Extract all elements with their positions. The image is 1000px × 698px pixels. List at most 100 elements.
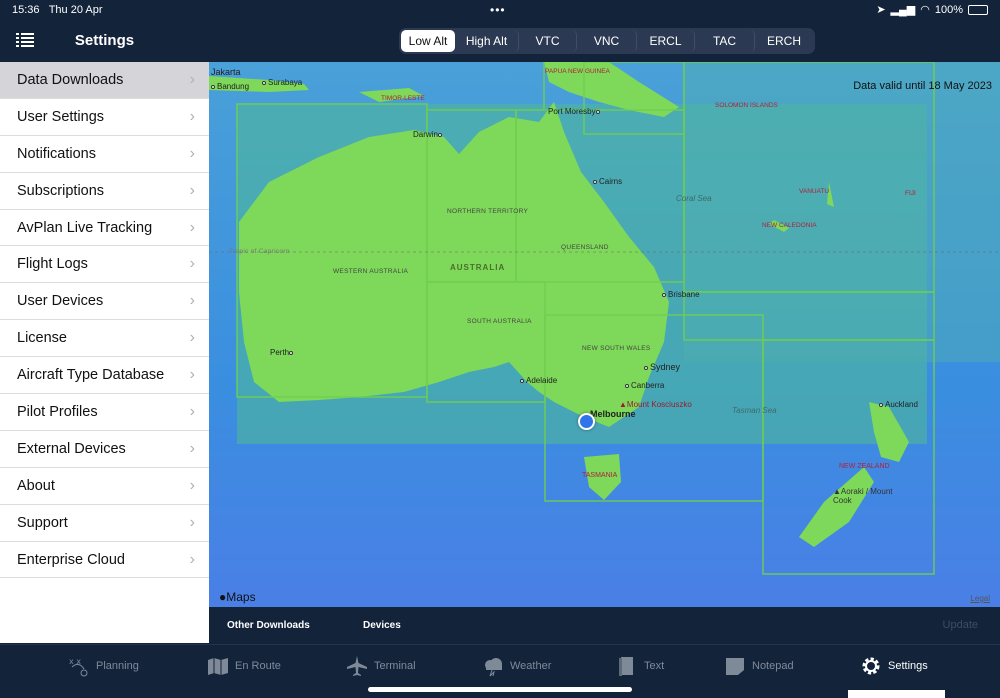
map-label-png: PAPUA NEW GUINEA — [545, 68, 610, 75]
map-label-bandung: Bandung — [211, 82, 249, 91]
map-label-port-moresby: Port Moresby — [548, 107, 602, 116]
menu-item-user-settings[interactable]: User Settings › — [0, 99, 209, 136]
map-label-timor-leste: TIMOR-LESTE — [381, 95, 425, 102]
menu-item-about[interactable]: About › — [0, 468, 209, 505]
planning-icon: x x — [68, 655, 90, 677]
signal-icon: ▂▄▆ — [890, 4, 916, 16]
tab-notepad[interactable]: Notepad — [724, 655, 794, 677]
keyboard-edge — [848, 690, 945, 698]
settings-sidebar: Settings Data Downloads › User Settings › … — [0, 20, 209, 643]
map-label-queensland: QUEENSLAND — [561, 244, 609, 251]
maps-attribution[interactable]: ●Maps — [219, 590, 256, 604]
book-icon — [616, 655, 638, 677]
tab-tac[interactable]: TAC — [695, 30, 755, 52]
tab-en-route[interactable]: En Route — [207, 655, 281, 677]
coverage-map[interactable]: Data valid until 18 May 2023 Jakarta Ban… — [209, 62, 1000, 607]
menu-item-external-devices[interactable]: External Devices › — [0, 431, 209, 468]
map-label-fiji: FIJI — [905, 190, 916, 197]
update-button[interactable]: Update — [943, 619, 978, 631]
wifi-icon: ◠ — [920, 4, 930, 16]
map-label-aoraki: ▲Aoraki / Mount Cook — [833, 487, 893, 505]
menu-item-live-tracking[interactable]: AvPlan Live Tracking › — [0, 210, 209, 247]
chevron-right-icon: › — [189, 439, 195, 457]
map-label-cairns: Cairns — [593, 177, 622, 186]
chevron-right-icon: › — [189, 144, 195, 162]
status-bar: 15:36 Thu 20 Apr ••• ➤ ▂▄▆ ◠ 100% — [0, 0, 1000, 20]
menu-item-subscriptions[interactable]: Subscriptions › — [0, 173, 209, 210]
menu-item-support[interactable]: Support › — [0, 505, 209, 542]
map-label-sydney: Sydney — [644, 362, 680, 372]
map-label-jakarta: Jakarta — [211, 67, 241, 77]
map-label-northern-territory: NORTHERN TERRITORY — [447, 208, 529, 215]
map-label-brisbane: Brisbane — [662, 290, 700, 299]
tab-weather[interactable]: Weather — [482, 655, 551, 677]
current-location-marker[interactable] — [578, 413, 595, 430]
airplane-icon — [346, 655, 368, 677]
map-label-tasmania: TASMANIA — [582, 472, 618, 479]
chart-type-bar: Low Alt High Alt VTC VNC ERCL TAC ERCH — [209, 20, 1000, 62]
home-indicator[interactable] — [368, 687, 632, 692]
map-label-australia: AUSTRALIA — [450, 263, 506, 272]
map-label-perth: Perth — [270, 348, 295, 357]
map-label-tasman-sea: Tasman Sea — [732, 406, 777, 415]
location-arrow-icon: ➤ — [876, 4, 886, 16]
menu-item-enterprise-cloud[interactable]: Enterprise Cloud › — [0, 542, 209, 579]
map-label-south-australia: SOUTH AUSTRALIA — [467, 318, 532, 325]
menu-item-pilot-profiles[interactable]: Pilot Profiles › — [0, 394, 209, 431]
menu-item-notifications[interactable]: Notifications › — [0, 136, 209, 173]
tab-vtc[interactable]: VTC — [519, 30, 577, 52]
map-label-new-zealand: NEW ZEALAND — [839, 463, 890, 470]
map-label-kosciuszko: ▲Mount Kosciuszko — [619, 400, 692, 409]
chevron-right-icon: › — [189, 402, 195, 420]
map-label-auckland: Auckland — [879, 400, 918, 409]
settings-menu: Data Downloads › User Settings › Notificat… — [0, 62, 209, 579]
map-graphic — [209, 62, 1000, 607]
notepad-icon — [724, 655, 746, 677]
devices-button[interactable]: Devices — [363, 620, 401, 631]
chart-type-segmented-control: Low Alt High Alt VTC VNC ERCL TAC ERCH — [399, 28, 815, 54]
map-label-canberra: Canberra — [625, 381, 664, 390]
legal-link[interactable]: Legal — [970, 594, 990, 603]
map-label-coral-sea: Coral Sea — [676, 194, 712, 203]
tab-planning[interactable]: x x Planning — [68, 655, 139, 677]
chevron-right-icon: › — [189, 218, 195, 236]
tab-settings[interactable]: Settings — [860, 655, 928, 677]
app-root: 15:36 Thu 20 Apr ••• ➤ ▂▄▆ ◠ 100% Settin… — [0, 0, 1000, 698]
map-label-melbourne: Melbourne — [590, 409, 636, 419]
map-label-western-australia: WESTERN AUSTRALIA — [333, 268, 409, 275]
download-sub-bar: Other Downloads Devices Update — [209, 607, 1000, 644]
menu-item-license[interactable]: License › — [0, 320, 209, 358]
status-icons: ➤ ▂▄▆ ◠ 100% — [876, 3, 988, 16]
battery-icon — [968, 4, 988, 15]
chevron-right-icon: › — [189, 70, 195, 88]
tab-terminal[interactable]: Terminal — [346, 655, 416, 677]
map-icon — [207, 655, 229, 677]
data-validity-text: Data valid until 18 May 2023 — [853, 80, 992, 92]
chevron-right-icon: › — [189, 107, 195, 125]
menu-item-user-devices[interactable]: User Devices › — [0, 283, 209, 321]
menu-item-aircraft-type-database[interactable]: Aircraft Type Database › — [0, 357, 209, 395]
menu-item-flight-logs[interactable]: Flight Logs › — [0, 246, 209, 284]
chevron-right-icon: › — [189, 366, 195, 384]
chevron-right-icon: › — [189, 255, 195, 273]
menu-item-data-downloads[interactable]: Data Downloads › — [0, 62, 209, 99]
map-label-vanuatu: VANUATU — [799, 188, 830, 195]
tab-ercl[interactable]: ERCL — [637, 30, 695, 52]
map-label-new-caledonia: NEW CALEDONIA — [762, 222, 817, 229]
chevron-right-icon: › — [189, 181, 195, 199]
tab-high-alt[interactable]: High Alt — [455, 30, 519, 52]
chevron-right-icon: › — [189, 292, 195, 310]
tab-text[interactable]: Text — [616, 655, 664, 677]
chevron-right-icon: › — [189, 513, 195, 531]
battery-percent: 100% — [934, 3, 963, 16]
map-label-darwin: Darwin — [413, 130, 444, 139]
status-time: 15:36 Thu 20 Apr — [12, 4, 103, 16]
tab-erch[interactable]: ERCH — [755, 30, 813, 52]
other-downloads-button[interactable]: Other Downloads — [227, 620, 310, 631]
weather-icon — [482, 655, 504, 677]
map-label-nsw: NEW SOUTH WALES — [582, 345, 651, 352]
multitasking-dots[interactable]: ••• — [490, 3, 506, 17]
tab-low-alt[interactable]: Low Alt — [401, 30, 455, 52]
map-label-solomon: SOLOMON ISLANDS — [715, 102, 778, 109]
tab-vnc[interactable]: VNC — [577, 30, 637, 52]
